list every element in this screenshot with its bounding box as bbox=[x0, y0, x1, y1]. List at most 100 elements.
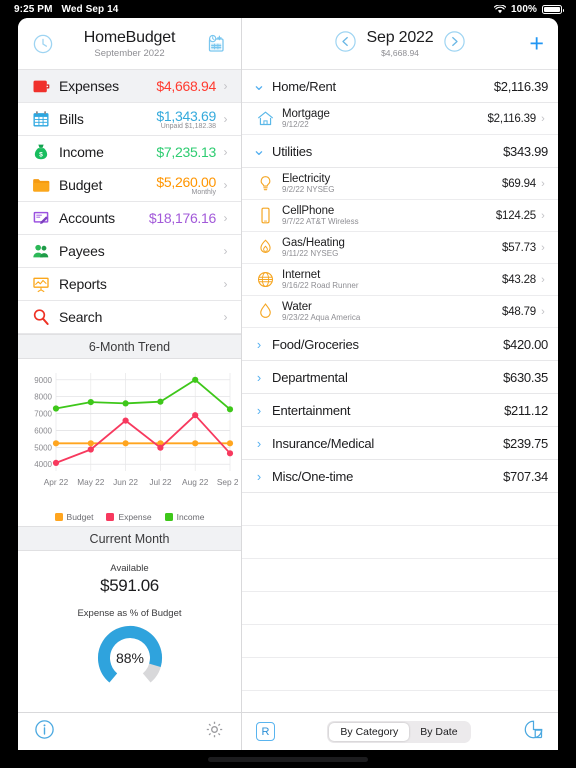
expense-item-row[interactable]: Gas/Heating 9/11/22 NYSEG $57.73 › bbox=[242, 232, 558, 264]
chevron-right-icon[interactable]: › bbox=[250, 370, 268, 385]
status-bar: 9:25 PM Wed Sep 14 100% bbox=[0, 0, 576, 18]
left-pane: HomeBudget September 2022 Expenses $4,668 bbox=[18, 18, 244, 750]
expense-item-amount: $43.28 bbox=[502, 273, 536, 286]
current-month-panel: Available $591.06 Expense as % of Budget… bbox=[18, 551, 241, 712]
trend-section-header: 6-Month Trend bbox=[18, 334, 241, 359]
expense-item-row[interactable]: Mortgage 9/12/22 $2,116.39 › bbox=[242, 103, 558, 135]
sidebar-item-label: Accounts bbox=[59, 210, 115, 226]
expense-item-subtitle: 9/2/22 NYSEG bbox=[282, 185, 335, 194]
sidebar-item-label: Reports bbox=[59, 276, 107, 292]
empty-list-row bbox=[242, 526, 558, 559]
calendar-clock-icon[interactable] bbox=[201, 29, 231, 59]
folder-icon bbox=[28, 174, 54, 196]
status-bar-left: 9:25 PM Wed Sep 14 bbox=[14, 4, 118, 15]
sidebar-item-value: $4,668.94 bbox=[156, 78, 216, 94]
chevron-right-icon[interactable]: › bbox=[250, 469, 268, 484]
info-circle-icon[interactable] bbox=[34, 719, 55, 745]
expense-item-amount: $57.73 bbox=[502, 241, 536, 254]
svg-text:4000: 4000 bbox=[34, 460, 52, 469]
expense-item-row[interactable]: Internet 9/16/22 Road Runner $43.28 › bbox=[242, 264, 558, 296]
current-month-header: Current Month bbox=[18, 526, 241, 551]
page-title: HomeBudget bbox=[83, 28, 176, 46]
empty-list-row bbox=[242, 493, 558, 526]
segment-by-category[interactable]: By Category bbox=[329, 722, 410, 741]
empty-list-row bbox=[242, 559, 558, 592]
sidebar-item-payees[interactable]: Payees › bbox=[18, 235, 241, 268]
svg-text:5000: 5000 bbox=[34, 443, 52, 452]
expense-group-header[interactable]: ⌄ Home/Rent $2,116.39 bbox=[242, 70, 558, 103]
expense-item-subtitle: 9/7/22 AT&T Wireless bbox=[282, 217, 359, 226]
sidebar-item-income[interactable]: $ Income $7,235.13 › bbox=[18, 136, 241, 169]
recurring-button[interactable]: R bbox=[256, 722, 275, 741]
available-value: $591.06 bbox=[100, 576, 159, 595]
battery-icon bbox=[542, 4, 564, 14]
sidebar-item-bills[interactable]: Bills $1,343.69 Unpaid $1,182.38 › bbox=[18, 103, 241, 136]
chevron-down-icon[interactable]: ⌄ bbox=[250, 143, 268, 159]
status-bar-right: 100% bbox=[494, 4, 564, 15]
expense-group-header[interactable]: › Entertainment $211.12 bbox=[242, 394, 558, 427]
legend-swatch bbox=[54, 513, 63, 521]
expense-item-text: Electricity 9/2/22 NYSEG bbox=[282, 173, 502, 194]
water-drop-icon bbox=[252, 300, 278, 324]
view-mode-segmented-control[interactable]: By Category By Date bbox=[327, 720, 471, 743]
svg-text:Apr 22: Apr 22 bbox=[44, 477, 69, 487]
chevron-down-icon[interactable]: ⌄ bbox=[250, 78, 268, 94]
expense-item-row[interactable]: CellPhone 9/7/22 AT&T Wireless $124.25 › bbox=[242, 200, 558, 232]
legend-label: Budget bbox=[66, 512, 94, 522]
sidebar-item-reports[interactable]: Reports › bbox=[18, 268, 241, 301]
chevron-right-icon[interactable]: › bbox=[250, 337, 268, 352]
wifi-icon bbox=[494, 4, 507, 13]
sidebar-item-budget[interactable]: Budget $5,260.00 Monthly › bbox=[18, 169, 241, 202]
expense-group-header[interactable]: ⌄ Utilities $343.99 bbox=[242, 135, 558, 168]
expense-group-amount: $420.00 bbox=[503, 336, 548, 352]
expense-group-amount: $2,116.39 bbox=[493, 78, 548, 94]
expense-item-text: Internet 9/16/22 Road Runner bbox=[282, 269, 502, 290]
expense-item-row[interactable]: Electricity 9/2/22 NYSEG $69.94 › bbox=[242, 168, 558, 200]
add-expense-button[interactable]: + bbox=[529, 31, 544, 56]
home-indicator bbox=[208, 757, 368, 762]
segment-by-date[interactable]: By Date bbox=[409, 723, 468, 741]
expense-group-header[interactable]: › Insurance/Medical $239.75 bbox=[242, 427, 558, 460]
month-navigator: Sep 2022 $4,668.94 bbox=[334, 29, 467, 58]
expense-group-name: Insurance/Medical bbox=[272, 435, 375, 451]
expense-group-name: Entertainment bbox=[272, 402, 351, 418]
arrow-left-circle-icon[interactable] bbox=[334, 30, 357, 58]
chart-board-icon bbox=[28, 273, 54, 295]
chevron-right-icon[interactable]: › bbox=[250, 436, 268, 451]
globe-icon bbox=[252, 268, 278, 292]
register-icon bbox=[28, 207, 54, 229]
expense-item-subtitle: 9/16/22 Road Runner bbox=[282, 281, 359, 290]
month-total: $4,668.94 bbox=[381, 48, 419, 58]
month-title: Sep 2022 bbox=[366, 29, 434, 46]
sidebar-item-expenses[interactable]: Expenses $4,668.94 › bbox=[18, 70, 241, 103]
sidebar-item-search[interactable]: Search › bbox=[18, 301, 241, 334]
sidebar-item-accounts[interactable]: Accounts $18,176.16 › bbox=[18, 202, 241, 235]
expense-item-text: Water 9/23/22 Aqua America bbox=[282, 301, 502, 322]
expense-item-row[interactable]: Water 9/23/22 Aqua America $48.79 › bbox=[242, 296, 558, 328]
legend-item-income: Income bbox=[164, 512, 204, 522]
expense-item-subtitle: 9/12/22 bbox=[282, 120, 309, 129]
legend-item-budget: Budget bbox=[54, 512, 94, 522]
people-icon bbox=[28, 240, 54, 262]
expense-item-name: Electricity bbox=[282, 173, 331, 185]
chevron-right-icon: › bbox=[223, 178, 228, 192]
gear-icon[interactable] bbox=[204, 719, 225, 745]
expense-group-header[interactable]: › Departmental $630.35 bbox=[242, 361, 558, 394]
available-label: Available bbox=[110, 563, 149, 574]
chevron-right-icon[interactable]: › bbox=[250, 403, 268, 418]
expense-percent-gauge: 88% bbox=[87, 623, 173, 698]
chevron-right-icon: › bbox=[541, 209, 545, 222]
gauge-value: 88% bbox=[115, 650, 143, 666]
clock-history-icon[interactable] bbox=[28, 29, 58, 59]
expense-group-amount: $343.99 bbox=[503, 143, 548, 159]
chevron-right-icon: › bbox=[223, 79, 228, 93]
sidebar-item-label: Income bbox=[59, 144, 104, 160]
expense-group-header[interactable]: › Misc/One-time $707.34 bbox=[242, 460, 558, 493]
expense-group-header[interactable]: › Food/Groceries $420.00 bbox=[242, 328, 558, 361]
chevron-right-icon: › bbox=[223, 112, 228, 126]
month-title-block: Sep 2022 $4,668.94 bbox=[367, 29, 434, 58]
page-subtitle: September 2022 bbox=[94, 47, 165, 59]
arrow-right-circle-icon[interactable] bbox=[443, 30, 466, 58]
svg-text:$: $ bbox=[39, 152, 43, 159]
pie-chart-icon[interactable] bbox=[523, 719, 544, 745]
